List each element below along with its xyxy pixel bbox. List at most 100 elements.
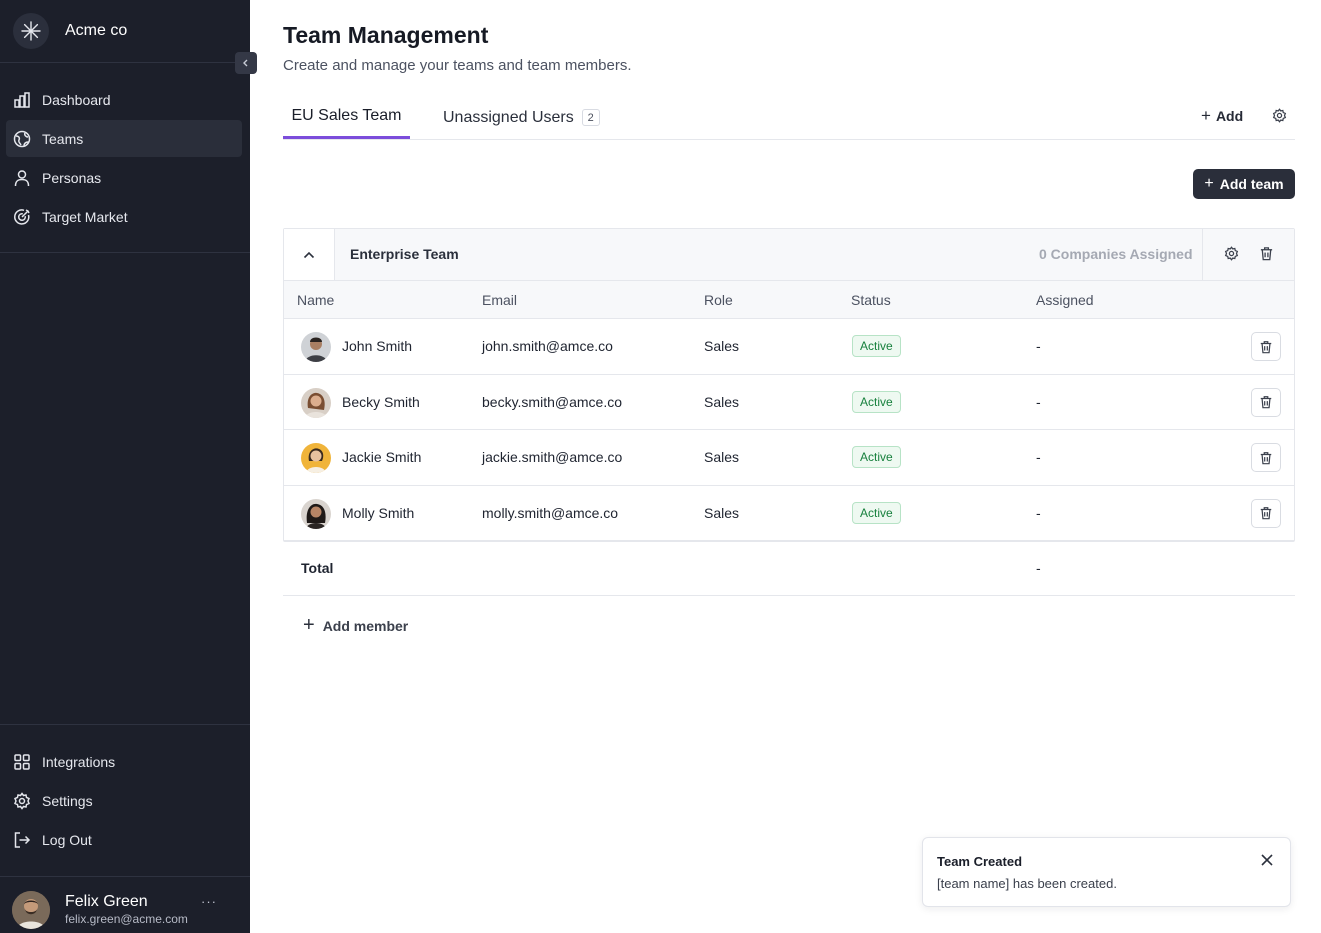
logout-icon [13, 831, 31, 849]
sidebar-item-teams[interactable]: Teams [6, 120, 242, 157]
add-tab-label: Add [1215, 108, 1244, 124]
avatar [301, 498, 331, 529]
tab-label: Unassigned Users [443, 108, 574, 126]
sidebar-item-integrations[interactable]: Integrations [6, 743, 242, 780]
sidebar: Acme co Dashboard Teams Personas Target … [0, 0, 250, 933]
delete-member-button[interactable] [1251, 332, 1281, 361]
sidebar-item-settings[interactable]: Settings [6, 782, 242, 819]
trash-icon [1260, 451, 1272, 464]
user-email: felix.green@acme.com [65, 912, 188, 926]
column-header-assigned: Assigned [1036, 292, 1094, 308]
header-divider [1202, 229, 1203, 280]
avatar [301, 443, 331, 473]
sidebar-item-label: Integrations [42, 753, 116, 770]
main-nav: Dashboard Teams Personas Target Market [6, 81, 242, 237]
table-row: John Smith john.smith@amce.co Sales Acti… [284, 319, 1294, 375]
brand[interactable]: Acme co [13, 12, 127, 50]
status-badge: Active [852, 446, 901, 468]
sidebar-item-personas[interactable]: Personas [6, 159, 242, 196]
toast-title: Team Created [937, 854, 1023, 869]
add-member-button[interactable]: + Add member [303, 614, 408, 637]
sidebar-item-target-market[interactable]: Target Market [6, 198, 242, 235]
trash-icon [1260, 340, 1272, 353]
column-header-status: Status [851, 292, 891, 308]
globe-icon [13, 130, 31, 148]
page-title: Team Management [283, 22, 489, 48]
total-row: Total - [283, 541, 1295, 596]
plus-icon: + [1201, 106, 1211, 125]
table-row: Molly Smith molly.smith@amce.co Sales Ac… [284, 486, 1294, 541]
table-header: Name Email Role Status Assigned [284, 281, 1294, 319]
delete-team-trash-icon[interactable] [1259, 246, 1274, 266]
tab-eu-sales-team[interactable]: EU Sales Team [283, 96, 410, 139]
total-label: Total [301, 560, 334, 576]
member-assigned: - [1036, 449, 1041, 465]
member-name: Molly Smith [342, 504, 415, 521]
tab-bar: EU Sales Team Unassigned Users 2 + Add [283, 96, 1295, 140]
tab-label: EU Sales Team [291, 107, 402, 124]
chevron-left-icon [243, 59, 248, 67]
user-icon [13, 169, 31, 187]
sidebar-item-dashboard[interactable]: Dashboard [6, 81, 242, 118]
collapse-team-button[interactable] [284, 229, 335, 280]
sidebar-item-logout[interactable]: Log Out [6, 821, 242, 858]
member-name: Becky Smith [342, 393, 420, 410]
add-member-label: Add member [322, 617, 409, 634]
member-email: becky.smith@amce.co [482, 393, 622, 410]
member-assigned: - [1036, 504, 1041, 521]
tab-settings-gear-icon[interactable] [1272, 108, 1287, 128]
bar-chart-icon [13, 91, 31, 109]
close-icon[interactable] [1260, 853, 1274, 872]
total-assigned: - [1036, 560, 1041, 576]
plus-icon: + [303, 614, 315, 636]
add-tab-button[interactable]: + Add [1201, 106, 1243, 126]
team-name: Enterprise Team [350, 246, 459, 262]
member-name: John Smith [342, 338, 413, 354]
tab-unassigned-users[interactable]: Unassigned Users 2 [443, 96, 600, 139]
bottom-nav: Integrations Settings Log Out [6, 743, 242, 860]
column-header-name: Name [297, 292, 335, 308]
member-assigned: - [1036, 393, 1041, 410]
sidebar-divider [0, 252, 250, 253]
app-name: Acme co [65, 22, 128, 39]
sidebar-item-label: Dashboard [42, 91, 111, 108]
sidebar-item-label: Log Out [42, 831, 92, 848]
avatar [301, 387, 331, 418]
member-email: jackie.smith@amce.co [482, 449, 623, 465]
team-card: Enterprise Team 0 Companies Assigned Nam… [283, 228, 1295, 542]
count-badge: 2 [581, 109, 600, 126]
chevron-up-icon [303, 251, 315, 258]
delete-member-button[interactable] [1251, 387, 1281, 417]
status-badge: Active [852, 390, 901, 413]
toast-notification: Team Created [team name] has been create… [922, 837, 1291, 907]
sidebar-divider [0, 724, 250, 725]
team-header: Enterprise Team 0 Companies Assigned [284, 229, 1294, 281]
more-icon[interactable]: ··· [201, 894, 217, 909]
gear-icon [13, 791, 31, 810]
grid-icon [13, 753, 31, 771]
member-role: Sales [704, 504, 740, 521]
table-row: Jackie Smith jackie.smith@amce.co Sales … [284, 430, 1294, 486]
add-team-button[interactable]: + Add team [1193, 169, 1295, 199]
page-subtitle: Create and manage your teams and team me… [283, 57, 632, 74]
acme-logo-icon [13, 13, 49, 49]
plus-icon: + [1204, 175, 1214, 192]
sidebar-divider [0, 62, 250, 63]
user-profile[interactable]: Felix Green felix.green@acme.com ··· [12, 890, 237, 930]
delete-member-button[interactable] [1251, 443, 1281, 472]
sidebar-divider [0, 876, 250, 877]
user-name: Felix Green [65, 893, 148, 910]
avatar [12, 891, 50, 929]
avatar [301, 332, 331, 362]
collapse-sidebar-button[interactable] [235, 52, 257, 74]
member-role: Sales [704, 338, 740, 354]
add-team-label: Add team [1219, 176, 1284, 192]
toast-message: [team name] has been created. [937, 876, 1117, 891]
delete-member-button[interactable] [1251, 498, 1281, 528]
member-name: Jackie Smith [342, 449, 422, 465]
member-email: molly.smith@amce.co [482, 504, 619, 521]
table-row: Becky Smith becky.smith@amce.co Sales Ac… [284, 375, 1294, 430]
team-settings-gear-icon[interactable] [1224, 246, 1239, 266]
member-email: john.smith@amce.co [482, 338, 613, 354]
sidebar-item-label: Target Market [42, 208, 128, 225]
